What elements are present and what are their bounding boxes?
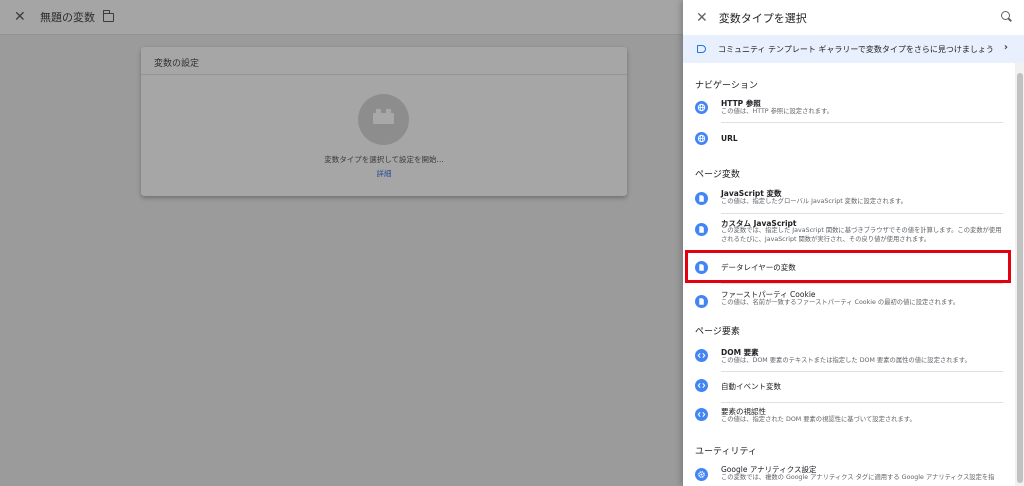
list-item-dom-element[interactable]: DOM 要素 この値は、DOM 要素のテキストまたは指定した DOM 要素の属性… <box>683 339 1015 372</box>
panel-title: 変数タイプを選択 <box>718 11 807 25</box>
globe-icon <box>695 132 708 145</box>
item-desc: この変数では、複数の Google アナリティクス タグに適用する Google… <box>721 474 995 481</box>
banner-text: コミュニティ テンプレート ギャラリーで変数タイプをさらに見つけましょう <box>718 44 994 54</box>
list-item-http-referrer[interactable]: HTTP 参照 この値は、HTTP 参照に設定されます。 <box>683 92 1015 123</box>
item-desc: この値は、HTTP 参照に設定されます。 <box>721 108 833 115</box>
document-icon <box>695 192 708 205</box>
document-icon <box>695 261 708 274</box>
community-gallery-banner[interactable]: コミュニティ テンプレート ギャラリーで変数タイプをさらに見つけましょう › <box>683 35 1024 63</box>
item-name: 自動イベント変数 <box>721 382 781 391</box>
variable-type-panel: ✕ 変数タイプを選択 コミュニティ テンプレート ギャラリーで変数タイプをさらに… <box>683 0 1024 486</box>
close-icon[interactable]: ✕ <box>696 11 708 25</box>
learn-more-link[interactable]: 詳細 <box>141 168 627 179</box>
document-icon <box>695 295 708 308</box>
section-heading-page-elements: ページ要素 <box>695 327 740 337</box>
variable-config-card: 変数の設定 変数タイプを選択して設定を開始... 詳細 <box>141 47 627 196</box>
list-item-custom-javascript[interactable]: カスタム JavaScript この変数では、指定した JavaScript 関… <box>683 214 1015 252</box>
section-heading-page-variables: ページ変数 <box>695 170 740 180</box>
scrollbar-thumb[interactable] <box>1017 73 1023 483</box>
close-icon[interactable]: ✕ <box>14 10 28 24</box>
search-icon[interactable] <box>1001 11 1010 20</box>
panel-header: ✕ 変数タイプを選択 <box>683 0 1024 35</box>
editor-topbar: ✕ 無題の変数 <box>0 0 683 35</box>
tag-icon <box>697 45 706 53</box>
item-name: データレイヤーの変数 <box>721 263 796 272</box>
card-heading: 変数の設定 <box>141 47 627 75</box>
list-item-element-visibility[interactable]: 要素の視認性 この値は、指定された DOM 要素の視認性に基づいて設定されます。 <box>683 403 1015 436</box>
section-heading-utilities: ユーティリティ <box>695 447 757 457</box>
item-desc: この値は、指定したグローバル JavaScript 変数に設定されます。 <box>721 198 907 205</box>
list-item-data-layer-variable[interactable]: データレイヤーの変数 <box>683 252 1015 284</box>
globe-icon <box>695 101 708 114</box>
folder-icon[interactable] <box>102 10 114 22</box>
chevron-right-icon: › <box>1003 42 1008 53</box>
item-name: URL <box>721 134 738 143</box>
item-desc: この値は、指定された DOM 要素の視認性に基づいて設定されます。 <box>721 416 916 423</box>
variable-type-placeholder-button[interactable] <box>358 94 409 145</box>
gear-icon <box>695 468 708 481</box>
section-heading-navigation: ナビゲーション <box>695 81 758 91</box>
code-icon <box>695 379 708 392</box>
list-item-google-analytics-settings[interactable]: Google アナリティクス設定 この変数では、複数の Google アナリティ… <box>683 459 1015 486</box>
list-item-url[interactable]: URL <box>683 123 1015 155</box>
list-item-first-party-cookie[interactable]: ファーストパーティ Cookie この値は、名前が一致するファーストパーティ C… <box>683 284 1015 316</box>
item-desc: この値は、名前が一致するファーストパーティ Cookie の最初の値に設定されま… <box>721 299 960 306</box>
card-prompt: 変数タイプを選択して設定を開始... <box>324 155 444 164</box>
list-item-javascript-variable[interactable]: JavaScript 変数 この値は、指定したグローバル JavaScript … <box>683 181 1015 214</box>
variable-title[interactable]: 無題の変数 <box>40 9 95 25</box>
item-desc: この値は、DOM 要素のテキストまたは指定した DOM 要素の属性の値に設定され… <box>721 357 971 364</box>
code-icon <box>695 349 708 362</box>
list-item-auto-event-variable[interactable]: 自動イベント変数 <box>683 372 1015 403</box>
lego-brick-icon <box>373 109 394 124</box>
item-desc: この変数では、指定した JavaScript 関数に基づきブラウザでその値を計算… <box>721 227 1002 243</box>
document-icon <box>695 223 708 236</box>
code-icon <box>695 408 708 421</box>
